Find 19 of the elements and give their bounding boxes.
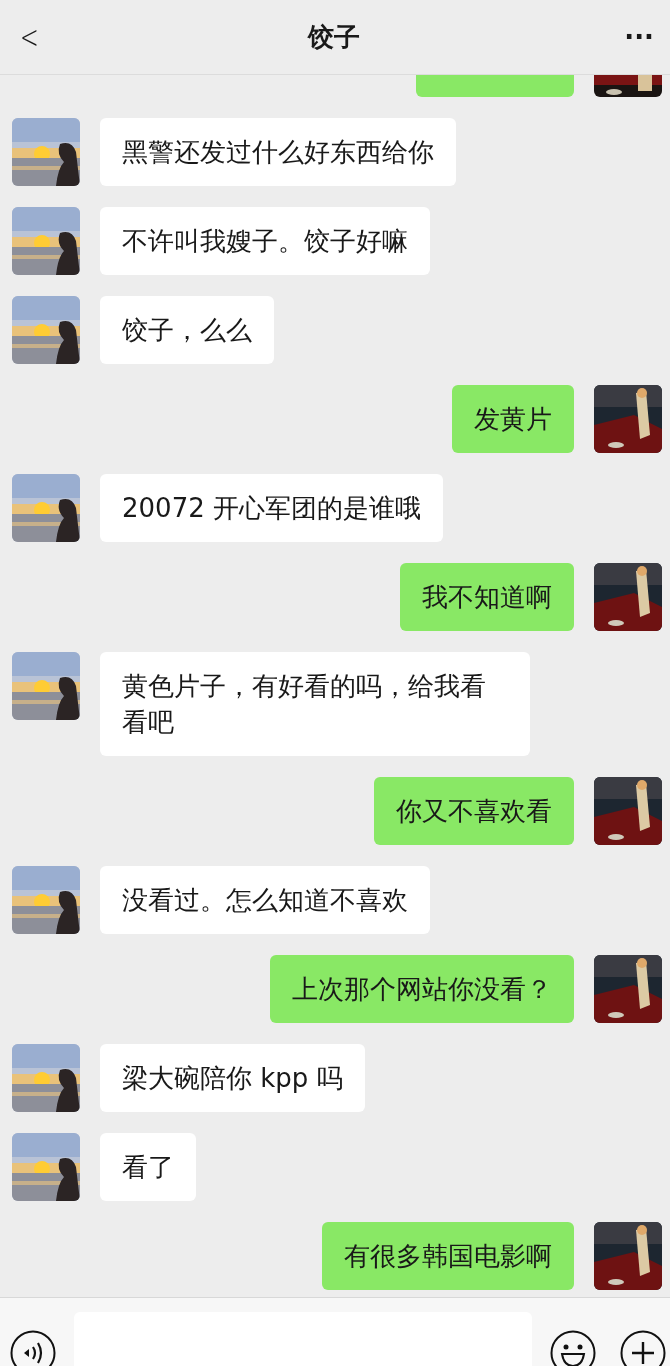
message-text: 梁大碗陪你 kpp 吗 [122, 1062, 343, 1095]
more-button[interactable]: ··· [618, 22, 660, 52]
message-text: 你又不喜欢看 [396, 795, 552, 828]
message-text: 20072 开心军团的是谁哦 [122, 492, 421, 525]
emoji-icon[interactable] [550, 1330, 596, 1366]
back-button[interactable]: < [15, 18, 43, 56]
message-text: 不许叫我嫂子。饺子好嘛 [122, 225, 408, 258]
message-text: 发黄片 [474, 403, 552, 436]
message-text: 有很多韩国电影啊 [344, 1240, 552, 1273]
message-text: 我不知道啊 [422, 581, 552, 614]
message-text: 看了 [122, 1151, 174, 1184]
message-text: 黄色片子，有好看的吗，给我看看吧 [122, 670, 487, 739]
message-text: 没看过。怎么知道不喜欢 [122, 884, 408, 917]
message-text: 饺子，么么 [122, 314, 252, 347]
chat-title: 饺子 [307, 20, 360, 54]
voice-icon[interactable] [10, 1330, 56, 1366]
add-icon[interactable] [620, 1330, 666, 1366]
message-text: 上次那个网站你没看？ [292, 973, 552, 1006]
message-text: 黑警还发过什么好东西给你 [122, 136, 434, 169]
